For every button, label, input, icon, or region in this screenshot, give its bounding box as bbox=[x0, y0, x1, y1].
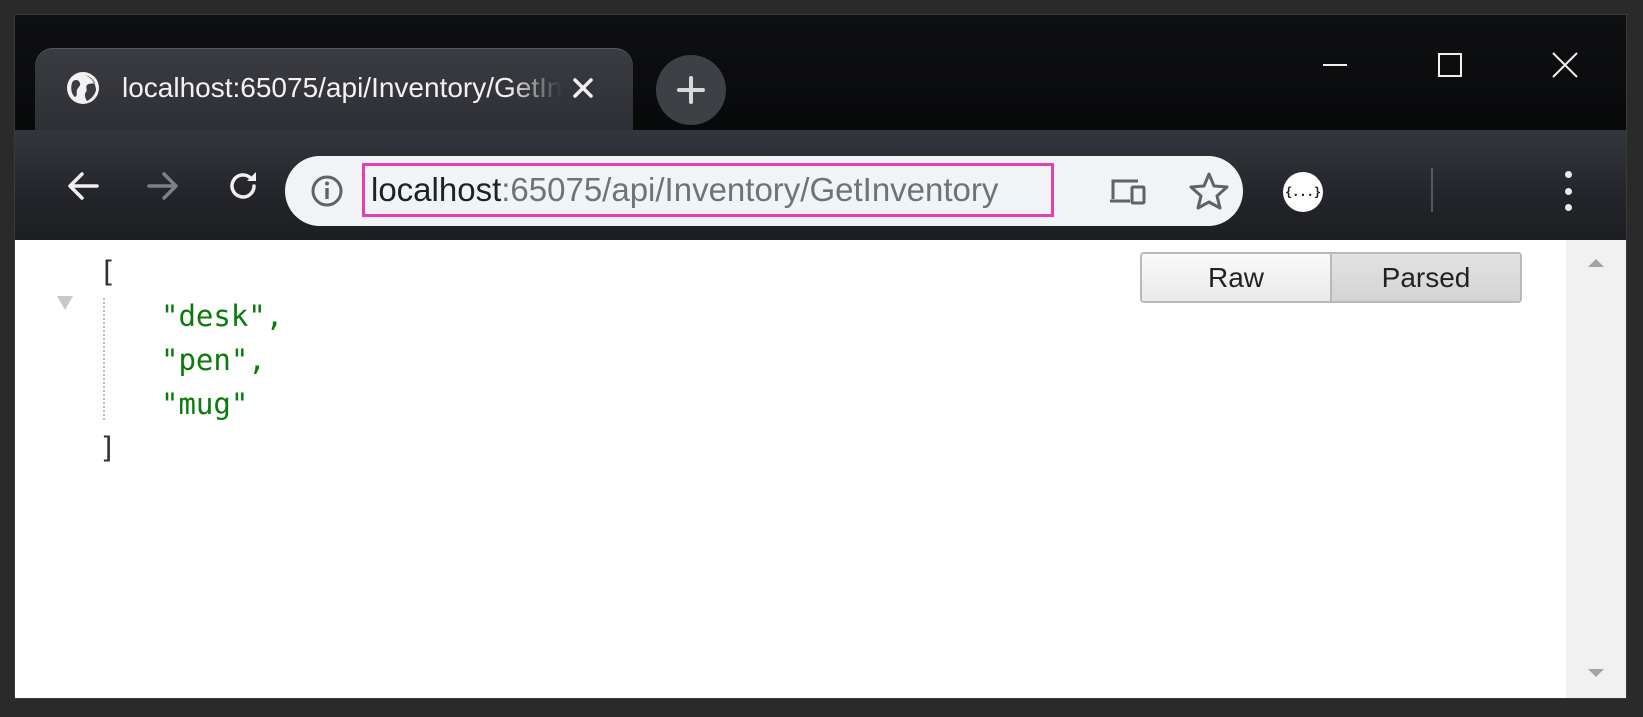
forward-arrow-icon bbox=[147, 172, 178, 200]
reload-icon bbox=[230, 172, 256, 199]
close-icon bbox=[1552, 52, 1578, 78]
vertical-scrollbar[interactable] bbox=[1566, 240, 1626, 698]
tab-close-icon[interactable] bbox=[565, 70, 601, 106]
url-host: localhost bbox=[371, 171, 502, 208]
minimize-icon bbox=[1323, 64, 1347, 66]
json-open-bracket: [ bbox=[99, 255, 117, 289]
forward-button[interactable] bbox=[135, 158, 191, 214]
address-bar[interactable]: localhost:65075/api/Inventory/GetInvento… bbox=[285, 156, 1243, 226]
raw-button[interactable]: Raw bbox=[1142, 254, 1330, 301]
scroll-down-arrow-icon[interactable] bbox=[1584, 666, 1608, 682]
window-close-button[interactable] bbox=[1530, 35, 1600, 95]
url-text[interactable]: localhost:65075/api/Inventory/GetInvento… bbox=[362, 163, 1054, 217]
back-button[interactable] bbox=[55, 158, 111, 214]
more-menu-icon[interactable] bbox=[1553, 166, 1583, 216]
bookmark-star-icon[interactable] bbox=[1188, 170, 1230, 212]
json-close-bracket: ] bbox=[99, 431, 117, 465]
collapse-triangle-icon[interactable] bbox=[55, 280, 75, 310]
view-mode-toggle: Raw Parsed bbox=[1140, 252, 1522, 303]
json-viewer-extension-icon[interactable]: {...} bbox=[1283, 172, 1323, 212]
url-path: :65075/api/Inventory/GetInventory bbox=[501, 171, 999, 208]
json-array-item: "pen", bbox=[161, 343, 266, 377]
tab-title: localhost:65075/api/Inventory/GetInvento… bbox=[122, 72, 562, 103]
browser-window: localhost:65075/api/Inventory/GetInvento… bbox=[15, 15, 1626, 698]
page-content: [ "desk", "pen", "mug" ] Raw Parsed bbox=[15, 240, 1581, 698]
maximize-icon bbox=[1438, 53, 1462, 77]
plus-icon bbox=[677, 76, 705, 104]
tab-strip: localhost:65075/api/Inventory/GetInvento… bbox=[15, 15, 1626, 138]
minimize-button[interactable] bbox=[1300, 35, 1370, 95]
toolbar-divider bbox=[1431, 168, 1433, 212]
parsed-button[interactable]: Parsed bbox=[1330, 254, 1520, 301]
scroll-up-arrow-icon[interactable] bbox=[1584, 254, 1608, 270]
json-array-item: "desk", bbox=[161, 299, 284, 333]
toolbar: localhost:65075/api/Inventory/GetInvento… bbox=[15, 130, 1626, 240]
browser-tab[interactable]: localhost:65075/api/Inventory/GetInvento… bbox=[35, 48, 633, 138]
responsive-devices-icon[interactable] bbox=[1108, 172, 1148, 212]
indent-guide bbox=[103, 298, 105, 420]
back-arrow-icon bbox=[68, 172, 99, 200]
json-array-item: "mug" bbox=[161, 387, 249, 421]
info-icon[interactable] bbox=[309, 173, 345, 209]
reload-button[interactable] bbox=[215, 158, 271, 214]
maximize-button[interactable] bbox=[1415, 35, 1485, 95]
globe-icon bbox=[65, 70, 101, 106]
new-tab-button[interactable] bbox=[656, 55, 726, 125]
